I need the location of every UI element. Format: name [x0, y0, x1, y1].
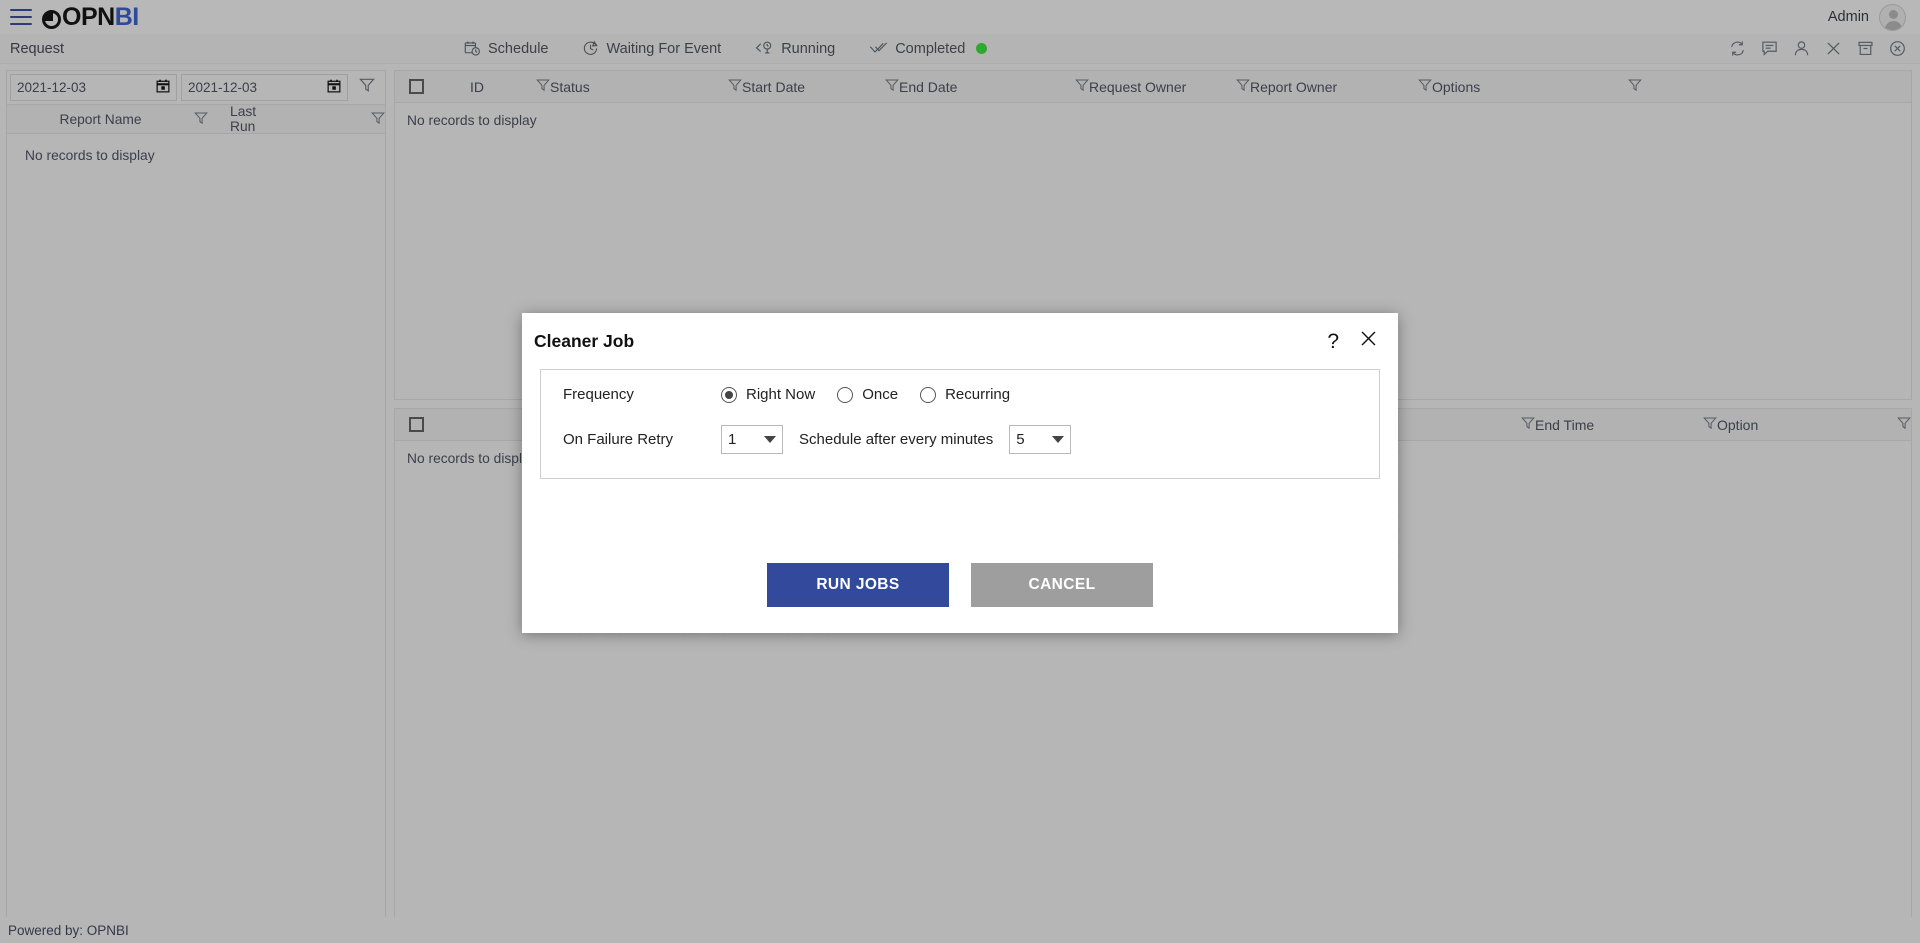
schedule-interval-label: Schedule after every minutes [799, 431, 994, 448]
retry-row: On Failure Retry 1 Schedule after every … [563, 425, 1357, 454]
dialog-actions: ? [1327, 329, 1378, 353]
dialog-header: Cleaner Job ? [522, 313, 1398, 369]
dialog-title: Cleaner Job [534, 330, 635, 351]
retry-count-value: 1 [728, 431, 737, 448]
radio-recurring[interactable]: Recurring [920, 386, 1010, 403]
close-icon[interactable] [1359, 329, 1378, 353]
schedule-interval-select[interactable]: 5 [1009, 425, 1072, 454]
retry-count-select[interactable]: 1 [721, 425, 783, 454]
frequency-row: Frequency Right Now Once Recurring [563, 386, 1357, 403]
radio-indicator [721, 386, 737, 403]
schedule-interval-value: 5 [1016, 431, 1025, 448]
radio-once[interactable]: Once [837, 386, 898, 403]
app-root: OPN BI Admin Request Schedule Waiting Fo… [0, 0, 1920, 943]
dialog-footer: RUN JOBS CANCEL [522, 563, 1398, 633]
frequency-radio-group: Right Now Once Recurring [721, 386, 1010, 403]
radio-right-now[interactable]: Right Now [721, 386, 815, 403]
help-icon[interactable]: ? [1327, 331, 1339, 352]
radio-recurring-label: Recurring [945, 386, 1011, 403]
on-failure-retry-label: On Failure Retry [563, 431, 674, 448]
run-jobs-button[interactable]: RUN JOBS [767, 563, 949, 607]
radio-indicator [920, 386, 937, 403]
chevron-down-icon [764, 436, 776, 443]
dialog-body: Frequency Right Now Once Recurring On Fa… [522, 369, 1398, 479]
cancel-button[interactable]: CANCEL [971, 563, 1153, 607]
radio-once-label: Once [862, 386, 899, 403]
radio-right-now-label: Right Now [746, 386, 816, 403]
cleaner-job-dialog: Cleaner Job ? Frequency Right Now Once R… [522, 313, 1398, 633]
frequency-label: Frequency [563, 386, 634, 403]
radio-indicator [837, 386, 854, 403]
chevron-down-icon [1052, 436, 1065, 443]
job-settings-fieldset: Frequency Right Now Once Recurring On Fa… [540, 369, 1380, 479]
